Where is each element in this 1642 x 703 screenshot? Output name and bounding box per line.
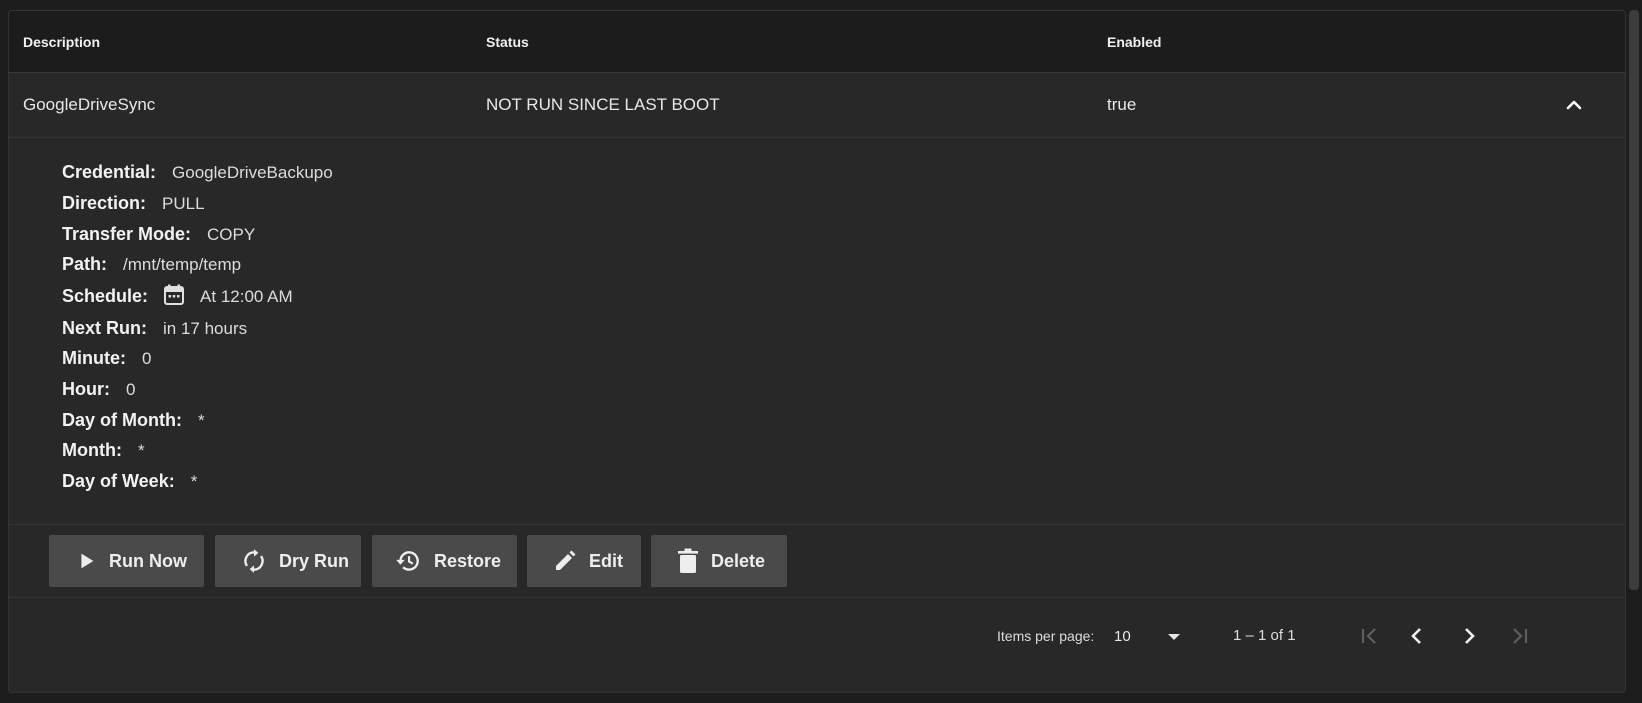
detail-path: Path: /mnt/temp/temp — [62, 251, 241, 277]
calendar-icon[interactable] — [162, 283, 186, 307]
history-icon — [396, 551, 419, 571]
page-size-select[interactable]: 10 — [1114, 618, 1194, 654]
row-enabled: true — [1107, 95, 1137, 114]
row-description: GoogleDriveSync — [23, 95, 156, 114]
row-status: NOT RUN SINCE LAST BOOT — [486, 95, 720, 114]
paginator: Items per page: 10 1 – 1 of 1 — [9, 598, 1625, 682]
detail-day-of-week: Day of Week: * — [62, 468, 197, 494]
table-header: Description Status Enabled — [9, 11, 1625, 73]
column-header-description[interactable]: Description — [23, 11, 100, 73]
detail-label: Minute: — [62, 348, 126, 368]
detail-label: Path: — [62, 254, 107, 274]
items-per-page-label: Items per page: — [997, 628, 1095, 644]
run-now-label: Run Now — [109, 550, 187, 571]
dry-run-button[interactable]: Dry Run — [215, 535, 361, 587]
detail-credential: Credential: GoogleDriveBackupo — [62, 159, 333, 185]
edit-button[interactable]: Edit — [527, 535, 641, 587]
detail-label: Day of Week: — [62, 471, 175, 491]
detail-value: PULL — [162, 194, 205, 213]
last-page-icon[interactable] — [1502, 618, 1538, 654]
detail-direction: Direction: PULL — [62, 190, 205, 216]
detail-transfer-mode: Transfer Mode: COPY — [62, 221, 255, 247]
next-page-icon[interactable] — [1451, 618, 1487, 654]
dropdown-arrow-icon — [1168, 634, 1180, 640]
detail-value: At 12:00 AM — [200, 287, 293, 306]
pencil-icon — [556, 550, 576, 570]
detail-label: Month: — [62, 440, 122, 460]
detail-schedule: Schedule: At 12:00 AM — [62, 283, 293, 309]
detail-hour: Hour: 0 — [62, 376, 135, 402]
chevron-up-icon[interactable] — [1562, 93, 1586, 117]
detail-label: Credential: — [62, 162, 157, 182]
page-range: 1 – 1 of 1 — [1233, 627, 1296, 644]
scrollbar[interactable] — [1629, 10, 1639, 590]
previous-page-icon[interactable] — [1399, 618, 1435, 654]
detail-month: Month: * — [62, 437, 145, 463]
detail-value: COPY — [207, 225, 256, 244]
detail-label: Next Run: — [62, 318, 147, 338]
detail-day-of-month: Day of Month: * — [62, 407, 205, 433]
detail-value: in 17 hours — [163, 319, 248, 338]
play-icon — [81, 553, 94, 569]
sync-icon — [244, 549, 264, 573]
detail-next-run: Next Run: in 17 hours — [62, 315, 247, 341]
delete-button[interactable]: Delete — [651, 535, 787, 587]
row-detail-panel: Credential: GoogleDriveBackupo Direction:… — [9, 138, 1625, 525]
detail-value: * — [137, 441, 145, 460]
detail-label: Schedule: — [62, 286, 149, 306]
detail-value: 0 — [141, 349, 152, 368]
detail-value: * — [190, 472, 198, 491]
restore-button[interactable]: Restore — [372, 535, 517, 587]
column-header-enabled[interactable]: Enabled — [1107, 11, 1161, 73]
detail-value: GoogleDriveBackupo — [172, 163, 333, 182]
detail-value: /mnt/temp/temp — [123, 255, 242, 274]
action-bar: Run Now Dry Run Restore Edit Delete — [9, 525, 1625, 598]
detail-minute: Minute: 0 — [62, 345, 151, 371]
column-header-status[interactable]: Status — [486, 11, 529, 73]
run-now-button[interactable]: Run Now — [49, 535, 204, 587]
detail-label: Day of Month: — [62, 410, 182, 430]
cloud-sync-tasks-card: Description Status Enabled GoogleDriveSy… — [8, 10, 1626, 693]
first-page-icon[interactable] — [1351, 618, 1387, 654]
dry-run-label: Dry Run — [279, 550, 350, 571]
detail-label: Direction: — [62, 193, 147, 213]
delete-label: Delete — [711, 550, 766, 571]
edit-label: Edit — [589, 550, 623, 571]
table-row[interactable]: GoogleDriveSync NOT RUN SINCE LAST BOOT … — [9, 73, 1625, 138]
detail-value: 0 — [126, 380, 136, 399]
detail-value: * — [197, 411, 205, 430]
page-size-value: 10 — [1114, 628, 1131, 645]
trash-icon — [678, 548, 698, 573]
restore-label: Restore — [434, 550, 502, 571]
detail-label: Transfer Mode: — [62, 224, 192, 244]
detail-label: Hour: — [62, 379, 110, 399]
